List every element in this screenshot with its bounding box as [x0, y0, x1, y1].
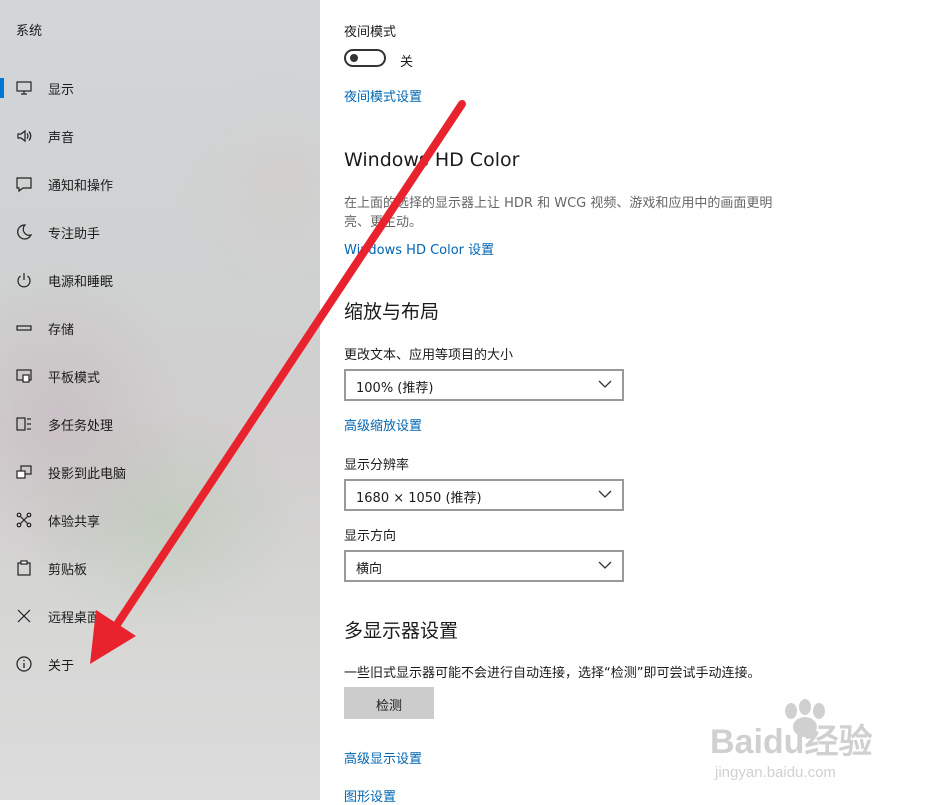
- night-mode-label: 夜间模式: [344, 25, 397, 40]
- sidebar-item-about[interactable]: 关于: [0, 644, 320, 684]
- sidebar-item-sound[interactable]: 声音: [0, 116, 320, 156]
- sidebar-item-label: 通知和操作: [48, 179, 114, 194]
- hd-color-description: 在上面的选择的显示器上让 HDR 和 WCG 视频、游戏和应用中的画面更明亮、更…: [344, 196, 773, 230]
- night-mode-settings-link[interactable]: 夜间模式设置: [344, 86, 422, 105]
- watermark-url: jingyan.baidu.com: [714, 764, 836, 781]
- detect-button[interactable]: 检测: [344, 687, 434, 719]
- scale-dropdown-value: 100% (推荐): [356, 381, 434, 396]
- resolution-dropdown[interactable]: 1680 × 1050 (推荐): [344, 479, 624, 511]
- toggle-knob: [350, 54, 358, 62]
- power-icon: [14, 271, 34, 289]
- remote-desktop-icon: [14, 607, 34, 625]
- share-icon: [14, 511, 34, 529]
- resolution-label: 显示分辨率: [344, 458, 410, 473]
- settings-content: 夜间模式 关 夜间模式设置 Windows HD Color 在上面的选择的显示…: [320, 0, 926, 805]
- sidebar-item-project-to-pc[interactable]: 投影到此电脑: [0, 452, 320, 492]
- sidebar-item-label: 体验共享: [48, 515, 101, 530]
- scale-label: 更改文本、应用等项目的大小: [344, 348, 514, 363]
- sidebar-item-label: 投影到此电脑: [48, 467, 127, 482]
- sidebar-item-clipboard[interactable]: 剪贴板: [0, 548, 320, 588]
- chevron-down-icon: [598, 380, 612, 388]
- scale-dropdown[interactable]: 100% (推荐): [344, 369, 624, 401]
- sidebar: 系统 显示 声音 通知和操作 专注助手 电源和睡眠 存储 平板模式 多任务处理 …: [0, 0, 320, 800]
- night-mode-toggle[interactable]: [344, 49, 386, 67]
- sidebar-item-label: 平板模式: [48, 371, 101, 386]
- sidebar-item-label: 关于: [48, 659, 75, 674]
- info-icon: [14, 655, 34, 673]
- advanced-scale-link[interactable]: 高级缩放设置: [344, 415, 422, 434]
- sidebar-item-focus-assist[interactable]: 专注助手: [0, 212, 320, 252]
- multitasking-icon: [14, 415, 34, 433]
- scale-layout-heading: 缩放与布局: [344, 301, 440, 323]
- baidu-watermark: Baidu经验 jingyan.baidu.com: [705, 695, 905, 785]
- clipboard-icon: [14, 559, 34, 577]
- notification-icon: [14, 175, 34, 193]
- sidebar-item-shared-experiences[interactable]: 体验共享: [0, 500, 320, 540]
- sidebar-item-display[interactable]: 显示: [0, 68, 320, 108]
- selection-indicator: [0, 78, 4, 98]
- storage-icon: [14, 319, 34, 337]
- moon-icon: [14, 223, 34, 241]
- baidu-paw-logo: Baidu经验 jingyan.baidu.com: [710, 699, 872, 781]
- sidebar-item-label: 多任务处理: [48, 419, 114, 434]
- graphics-settings-link[interactable]: 图形设置: [344, 786, 396, 805]
- watermark-brand: Baidu经验: [710, 722, 872, 761]
- orientation-dropdown[interactable]: 横向: [344, 550, 624, 582]
- sidebar-item-storage[interactable]: 存储: [0, 308, 320, 348]
- sidebar-item-notifications[interactable]: 通知和操作: [0, 164, 320, 204]
- sidebar-item-label: 电源和睡眠: [48, 275, 114, 290]
- project-icon: [14, 463, 34, 481]
- orientation-dropdown-value: 横向: [356, 562, 383, 577]
- night-mode-state: 关: [400, 55, 414, 70]
- sidebar-item-remote-desktop[interactable]: 远程桌面: [0, 596, 320, 636]
- hd-color-heading: Windows HD Color: [344, 149, 520, 171]
- sidebar-item-label: 远程桌面: [48, 611, 101, 626]
- sidebar-item-label: 显示: [48, 83, 75, 98]
- sidebar-item-label: 剪贴板: [48, 563, 88, 578]
- detect-button-label: 检测: [375, 699, 402, 714]
- orientation-label: 显示方向: [344, 529, 397, 544]
- sidebar-item-power-sleep[interactable]: 电源和睡眠: [0, 260, 320, 300]
- chevron-down-icon: [598, 561, 612, 569]
- sidebar-item-label: 存储: [48, 323, 75, 338]
- monitor-icon: [14, 79, 34, 97]
- sidebar-item-multitasking[interactable]: 多任务处理: [0, 404, 320, 444]
- sidebar-item-label: 专注助手: [48, 227, 101, 242]
- advanced-display-link[interactable]: 高级显示设置: [344, 748, 422, 767]
- multi-display-description: 一些旧式显示器可能不会进行自动连接，选择“检测”即可尝试手动连接。: [344, 666, 761, 681]
- sidebar-title: 系统: [16, 24, 43, 39]
- tablet-mode-icon: [14, 367, 34, 385]
- hd-color-settings-link[interactable]: Windows HD Color 设置: [344, 239, 494, 258]
- resolution-dropdown-value: 1680 × 1050 (推荐): [356, 491, 482, 506]
- chevron-down-icon: [598, 490, 612, 498]
- sidebar-item-tablet-mode[interactable]: 平板模式: [0, 356, 320, 396]
- multi-display-heading: 多显示器设置: [344, 620, 459, 642]
- speaker-icon: [14, 127, 34, 145]
- sidebar-item-label: 声音: [48, 131, 75, 146]
